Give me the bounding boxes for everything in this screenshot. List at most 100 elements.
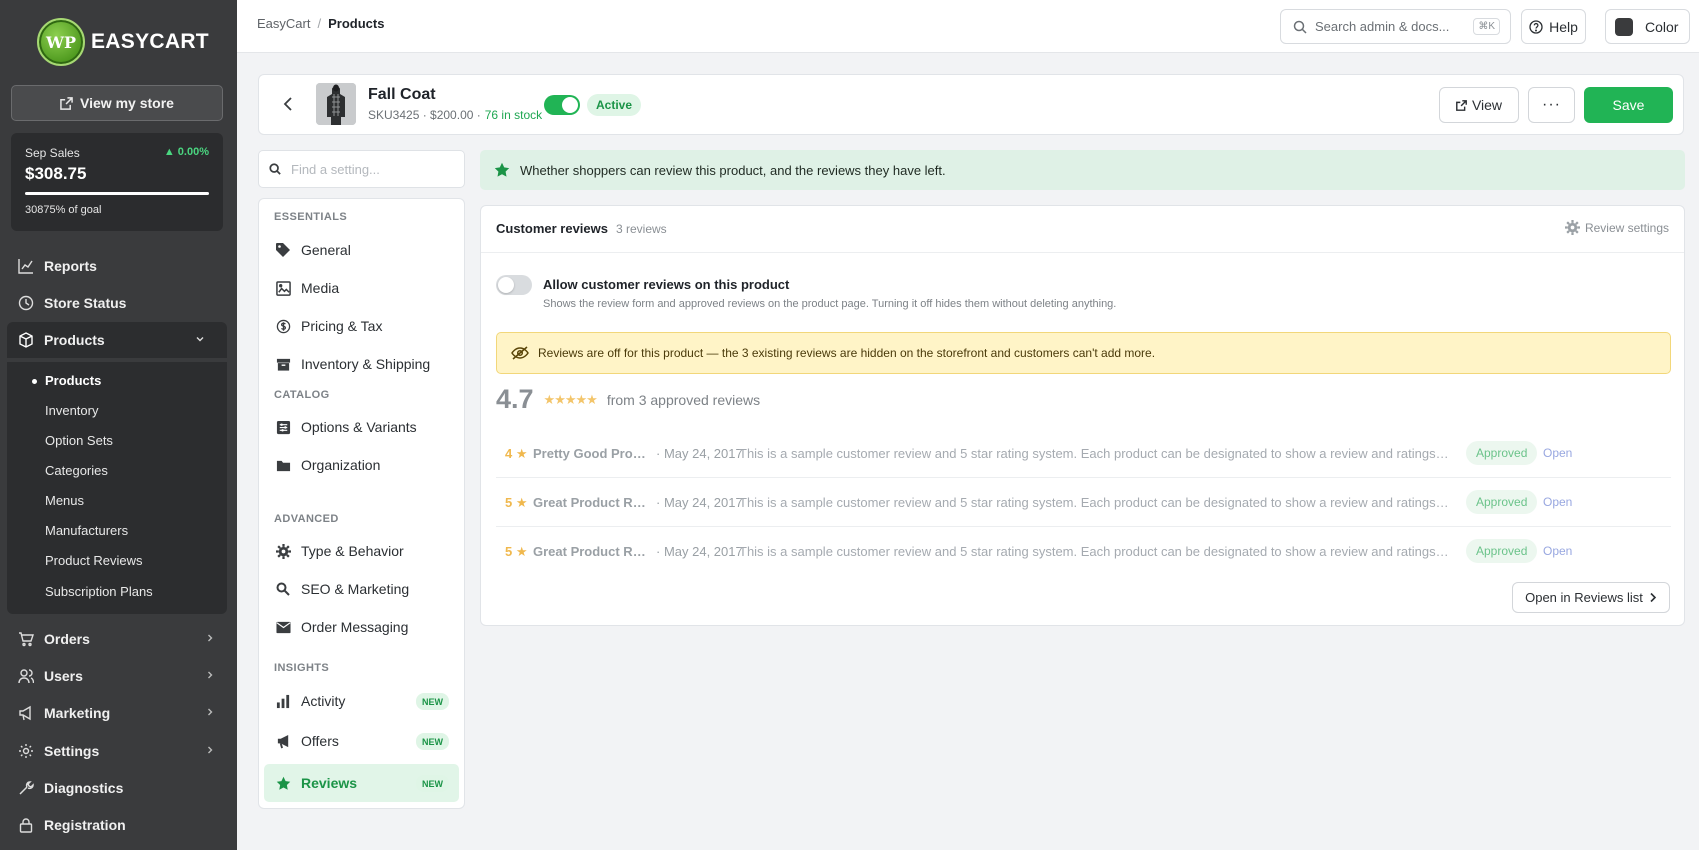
sales-label: Sep Sales <box>25 146 80 160</box>
settings-search-placeholder: Find a setting... <box>291 161 380 177</box>
chevron-down-icon <box>195 334 205 344</box>
view-product-button[interactable]: View <box>1439 87 1519 123</box>
review-settings-link[interactable]: Review settings <box>1564 220 1669 235</box>
settings-item-activity[interactable]: Activity NEW <box>264 682 459 720</box>
envelope-icon <box>275 619 291 635</box>
nav-item-registration[interactable]: Registration <box>0 807 237 843</box>
allow-reviews-toggle[interactable] <box>496 275 532 295</box>
admin-search-input[interactable]: Search admin & docs... ⌘K <box>1280 9 1511 44</box>
settings-item-offers[interactable]: Offers NEW <box>264 722 459 760</box>
star-icon <box>494 162 520 178</box>
search-shortcut: ⌘K <box>1473 18 1500 35</box>
dollar-icon <box>275 318 291 334</box>
settings-item-reviews[interactable]: Reviews NEW <box>264 764 459 802</box>
settings-item-general[interactable]: General <box>264 231 459 269</box>
breadcrumb: EasyCart / Products <box>257 16 384 31</box>
review-row[interactable]: 5 ★ Great Product Revi... · May 24, 2017… <box>496 528 1671 576</box>
settings-item-label: Type & Behavior <box>301 543 404 559</box>
nav-item-orders[interactable]: Orders <box>0 621 237 657</box>
logo-text: EASYCART <box>91 30 209 53</box>
nav-label: Registration <box>44 817 126 833</box>
chevron-right-icon <box>205 707 215 717</box>
review-status-badge: Approved <box>1466 441 1538 465</box>
settings-item-inventory-shipping[interactable]: Inventory & Shipping <box>264 345 459 383</box>
review-rating: 5 ★ <box>505 544 528 559</box>
submenu-item-option-sets[interactable]: Option Sets <box>45 433 113 448</box>
review-rating: 4 ★ <box>505 446 528 461</box>
breadcrumb-link[interactable]: EasyCart <box>257 16 310 31</box>
settings-item-label: Organization <box>301 457 381 473</box>
settings-item-label: Offers <box>301 733 339 749</box>
logo[interactable]: WP EASYCART <box>37 18 209 66</box>
box-icon <box>17 331 35 349</box>
help-button[interactable]: Help <box>1521 9 1586 44</box>
submenu-item-menus[interactable]: Menus <box>45 493 84 508</box>
submenu-item-manufacturers[interactable]: Manufacturers <box>45 523 128 538</box>
submenu-item-categories[interactable]: Categories <box>45 463 108 478</box>
nav-item-products[interactable]: Products <box>7 322 227 358</box>
product-sku-price: SKU3425 · $200.00 · <box>368 108 481 122</box>
more-actions-button[interactable]: ··· <box>1528 87 1575 123</box>
nav-label: Orders <box>44 631 90 647</box>
nav-item-users[interactable]: Users <box>0 658 237 694</box>
settings-item-seo-marketing[interactable]: SEO & Marketing <box>264 570 459 608</box>
rating-from-text: from 3 approved reviews <box>606 391 761 408</box>
card-title: Customer reviews 3 reviews <box>496 221 667 236</box>
save-button[interactable]: Save <box>1584 87 1673 123</box>
review-open-link[interactable]: Open <box>1543 446 1572 460</box>
review-open-link[interactable]: Open <box>1543 544 1572 558</box>
rating-stars: ★★★★★ <box>543 391 598 407</box>
image-icon <box>275 280 291 296</box>
sales-amount: $308.75 <box>25 164 87 183</box>
back-arrow-icon[interactable] <box>281 95 295 113</box>
settings-item-label: Inventory & Shipping <box>301 356 431 372</box>
submenu-item-product-reviews[interactable]: Product Reviews <box>45 553 143 568</box>
settings-item-pricing-tax[interactable]: Pricing & Tax <box>264 307 459 345</box>
tag-icon <box>275 242 291 258</box>
settings-item-label: SEO & Marketing <box>301 581 410 597</box>
view-store-label: View my store <box>80 95 174 111</box>
review-title: Pretty Good Produ... <box>533 446 650 461</box>
review-row[interactable]: 4 ★ Pretty Good Produ... · May 24, 2017 … <box>496 430 1671 478</box>
nav-item-store-status[interactable]: Store Status <box>0 285 237 321</box>
help-icon <box>1529 19 1549 34</box>
sales-goal: 30875% of goal <box>25 204 102 216</box>
nav-item-reports[interactable]: Reports <box>0 248 237 284</box>
review-status-badge: Approved <box>1466 490 1538 514</box>
view-label: View <box>1471 97 1503 113</box>
users-icon <box>17 667 35 685</box>
review-open-link[interactable]: Open <box>1543 495 1572 509</box>
settings-item-media[interactable]: Media <box>264 269 459 307</box>
wrench-icon <box>17 779 35 797</box>
settings-item-label: Activity <box>301 693 346 709</box>
settings-item-label: Order Messaging <box>301 619 409 635</box>
sales-progress-bar <box>25 192 209 195</box>
gear-icon <box>17 742 35 760</box>
color-mode-button[interactable]: Color <box>1605 9 1690 44</box>
topbar: EasyCart / Products Search admin & docs.… <box>237 0 1699 53</box>
color-label: Color <box>1645 18 1679 35</box>
settings-item-order-messaging[interactable]: Order Messaging <box>264 608 459 646</box>
open-reviews-list-button[interactable]: Open in Reviews list <box>1512 582 1670 613</box>
search-icon <box>275 581 291 597</box>
submenu-item-subscription-plans[interactable]: Subscription Plans <box>45 584 153 599</box>
search-placeholder: Search admin & docs... <box>1315 19 1450 34</box>
gear-icon <box>275 543 291 559</box>
nav-item-marketing[interactable]: Marketing <box>0 695 237 731</box>
submenu-item-products[interactable]: Products <box>32 373 101 388</box>
product-active-toggle[interactable] <box>544 95 580 115</box>
nav-item-settings[interactable]: Settings <box>0 733 237 769</box>
review-title: Great Product Revi... <box>533 544 650 559</box>
review-title: Great Product Revi... <box>533 495 650 510</box>
logo-icon: WP <box>37 18 85 66</box>
view-store-button[interactable]: View my store <box>11 85 223 121</box>
settings-search-input[interactable]: Find a setting... <box>258 150 465 188</box>
review-row[interactable]: 5 ★ Great Product Revi... · May 24, 2017… <box>496 479 1671 527</box>
nav-label: Diagnostics <box>44 780 124 796</box>
settings-item-organization[interactable]: Organization <box>264 446 459 484</box>
settings-item-options-variants[interactable]: Options & Variants <box>264 408 459 446</box>
nav-item-diagnostics[interactable]: Diagnostics <box>0 770 237 806</box>
settings-item-type-behavior[interactable]: Type & Behavior <box>264 532 459 570</box>
submenu-item-inventory[interactable]: Inventory <box>45 403 98 418</box>
chevron-right-icon <box>205 670 215 680</box>
